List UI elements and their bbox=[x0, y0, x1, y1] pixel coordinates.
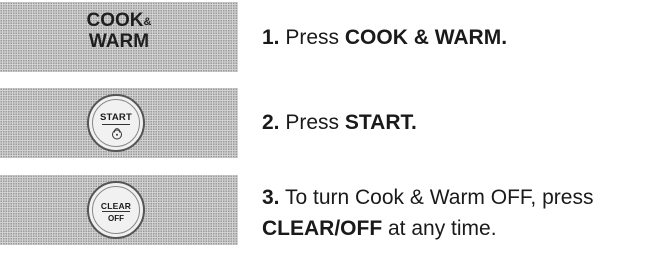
cook-warm-button: COOK& WARM bbox=[86, 10, 152, 52]
step-number: 3. bbox=[262, 186, 280, 209]
clear-off-panel: CLEAR OFF bbox=[0, 175, 238, 245]
lock-icon bbox=[112, 128, 122, 140]
start-panel: START bbox=[0, 88, 238, 158]
cook-warm-panel: COOK& WARM bbox=[0, 2, 238, 72]
step-number: 1. bbox=[262, 26, 280, 49]
clear-off-button: CLEAR OFF bbox=[87, 181, 145, 239]
step-number: 2. bbox=[262, 111, 280, 134]
step-3-text: 3. To turn Cook & Warm OFF, press CLEAR/… bbox=[262, 186, 594, 240]
step-1-text: 1. Press COOK & WARM. bbox=[262, 26, 508, 49]
step-bold-text: COOK & WARM. bbox=[344, 26, 508, 49]
start-button: START bbox=[87, 94, 145, 152]
step-2-text: 2. Press START. bbox=[262, 111, 417, 134]
step-bold-text: START. bbox=[344, 111, 417, 134]
step-bold-text: CLEAR/OFF bbox=[262, 217, 383, 240]
